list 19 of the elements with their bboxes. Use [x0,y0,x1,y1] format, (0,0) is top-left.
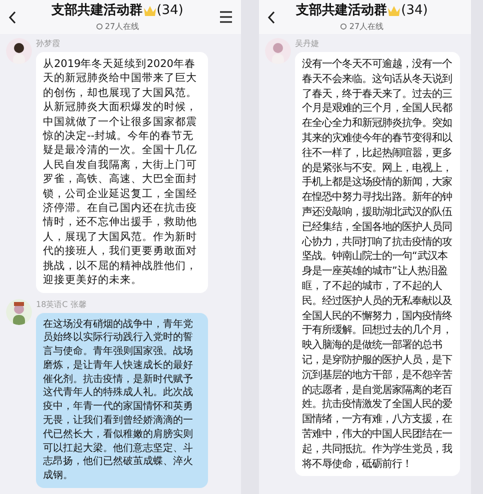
crown-icon [142,5,157,17]
message-bubble: 没有一个冬天不可逾越，没有一个春天不会来临。这句话从冬天说到了春天，终于春天来了。过去的三个月是艰难的三个月，全国人民都在全心全力和新冠肺炎抗争。突如其来的灾难使今年的春节变得和以往不一样了，比起热闹喧嚣，更多的是紧张与不安。网上，电视上，手机上都是这场疫情的新闻，大家在惶恐中努力寻找出路。新年的钟声还没敲响，援助湖北武汉的队伍已经集结，全国各地的医护人员同心协力，共同打响了抗击疫情的攻坚战。钟南山院士的一句“武汉本身是一座英雄的城市”让人热泪盈眶，了不起的城市，了不起的人民。经过医护人员的无私奉献以及全国人民的不懈努力，国内疫情终于有所缓解。回想过去的几个月，映入脑海的是做统一部署的总书记，是穿防护服的医护人员，是下沉到基层的地方干部，是不怨辛苦的志愿者，是自觉居家隔离的老百姓。抗击疫情激发了全国人民的爱国情绪，一方有难，八方支援，在苦难中，伟大的中国人民团结在一起，共同抵抗。作为学生党员，我将不辱使命，砥砺前行！ [295,52,460,476]
online-icon [340,23,348,30]
online-count: 27人在线 [104,20,140,33]
member-count: (34) [156,2,184,20]
menu-icon[interactable] [219,11,233,23]
crown-icon [387,5,402,17]
message-bubble: 在这场没有硝烟的战争中，青年党员始终以实际行动践行入党时的誓言与使命。青年强则国家强。战场磨炼，是让青年人快速成长的最好催化剂。抗击疫情，是新时代赋予这代青年人的特殊成人礼。此次战疫中，年青一代的家国情怀和英勇无畏，让我们看到曾经娇滴滴的一代已然长大，看似稚嫩的肩膀实则可以扛起大梁。他们意志坚定、斗志昂扬，他们已然破茧成蝶、淬火成钢。 [36,312,208,488]
sender-name: 吴丹婕 [295,38,320,50]
sender-name: 18英语C 张馨 [36,298,88,310]
online-count: 27人在线 [349,20,384,33]
back-icon[interactable] [267,10,275,24]
member-count: (34) [401,2,428,20]
sender-name: 孙梦霞 [36,38,61,50]
back-icon[interactable] [8,10,16,24]
group-title: 支部共建活动群 [296,2,388,20]
group-title: 支部共建活动群 [52,2,143,20]
message-bubble: 从2019年冬天延续到2020年春天的新冠肺炎给中国带来了巨大的创伤，却也展现了大国风范。从新冠肺炎大面积爆发的时候，中国就做了一个让很多国家都震惊的决定--封城。今年的春节无疑是最冷清的一次。全国十几亿人民自发自我隔离，大街上门可罗雀，高铁、高速、大巴全面封锁，公司企业延迟复工，全国经济停滞。在自己国内还在抗击疫情时，还不忘伸出援手，救助他人，展现了大国风范。作为新时代的接班人，我们更要勇敢面对挑战，以不屈的精神战胜他们，迎接更美好的未来。 [36,52,208,292]
online-icon [96,23,103,30]
